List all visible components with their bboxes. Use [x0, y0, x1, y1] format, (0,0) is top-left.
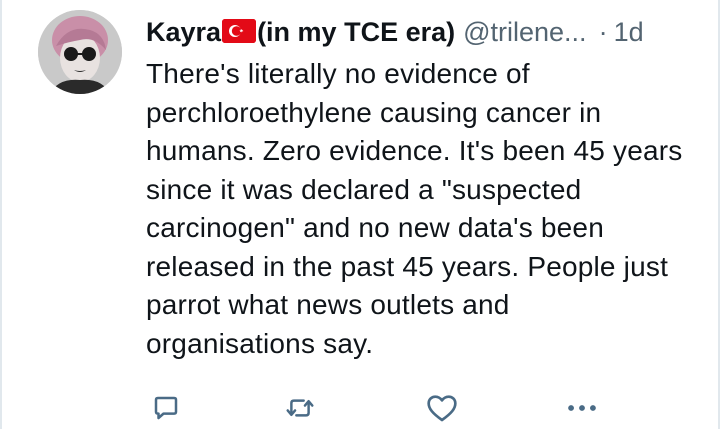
retweet-button[interactable]	[280, 390, 320, 426]
timestamp[interactable]: 1d	[614, 12, 644, 52]
avatar-image	[38, 10, 122, 94]
more-icon	[568, 405, 596, 411]
tweet-card[interactable]: Kayra (in my TCE era) @trilene... · 1d T…	[0, 0, 720, 429]
user-handle[interactable]: @trilene...	[463, 12, 586, 52]
reply-icon	[154, 396, 178, 420]
more-button[interactable]	[562, 390, 602, 426]
separator-dot: ·	[598, 17, 608, 47]
display-name-suffix[interactable]: (in my TCE era)	[257, 12, 455, 52]
retweet-icon	[286, 399, 314, 417]
display-name[interactable]: Kayra	[146, 12, 221, 52]
turkey-flag-icon	[222, 19, 257, 43]
reply-button[interactable]	[146, 390, 186, 426]
avatar[interactable]	[38, 10, 122, 94]
heart-icon	[427, 395, 457, 422]
tweet-header: Kayra (in my TCE era) @trilene... · 1d	[146, 12, 706, 52]
tweet-text: There's literally no evidence of perchlo…	[146, 58, 683, 359]
like-button[interactable]	[422, 390, 462, 426]
action-bar	[146, 390, 606, 426]
